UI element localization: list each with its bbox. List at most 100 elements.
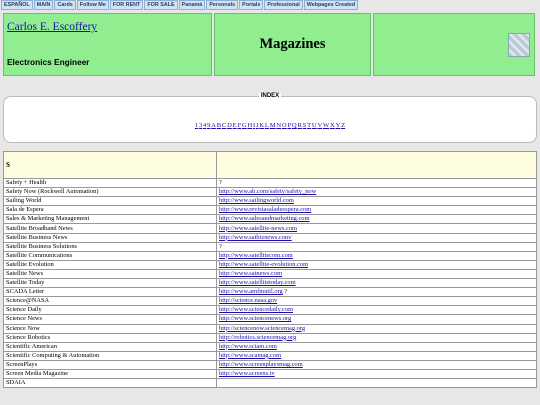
magazine-url-link[interactable]: http://www.satbiznews.com/ [219,234,292,241]
index-letter-link[interactable]: B [217,122,221,129]
index-letter-link[interactable]: N [276,122,281,129]
unknown-link-marker: ? [282,288,288,296]
magazine-url-link[interactable]: http://www.sciencenews.org [219,315,291,322]
nav-button-for-rent[interactable]: FOR RENT [109,0,144,10]
magazine-link-cell: http://www.satbiznews.com/ [216,232,537,243]
magazine-url-link[interactable]: http://www.satellite-news.com [219,225,297,232]
top-navigation-bar: ESPAÑOL MAIN Cards Follow Me FOR RENT FOR SAL… [0,0,540,11]
index-letter-link[interactable]: P [287,122,291,129]
index-letter-link[interactable]: M [270,122,276,129]
magazine-name: Science News [3,314,217,325]
magazine-url-link[interactable]: http://www.sciencedaily.com [219,306,293,313]
magazine-name: Sala de Espera [3,205,217,216]
index-letter-link[interactable]: S [303,122,307,129]
nav-button-cards[interactable]: Cards [54,0,76,10]
index-letter-link[interactable]: F [237,122,241,129]
magazine-url-link[interactable]: http://www.satellitecom.com [219,252,293,259]
table-row: Satellite Communications http://www.satel… [3,250,537,261]
table-row: SCADA Letter http://www.amfmutil.org ? [3,287,537,298]
magazine-name: Sailing World [3,196,217,207]
magazine-link-cell: http://science.nasa.gov [216,296,537,307]
magazine-name: Safety + Health [3,177,217,189]
nav-button-follow-me[interactable]: Follow Me [76,0,109,10]
table-row: Science@NASA http://science.nasa.gov [3,296,537,307]
table-row: Scientific Computing & Automation http://… [3,350,537,361]
nav-button-panam-[interactable]: Panamá [178,0,206,10]
author-name-link[interactable]: Carlos E. Escoffery [7,21,97,33]
index-letter-link[interactable]: 4 [203,122,206,129]
magazine-url-link[interactable]: http://www.satellite-evolution.com [219,261,308,268]
index-letter-link[interactable]: R [297,122,301,129]
magazine-url-link[interactable]: http://www.satnews.com [219,270,282,277]
magazine-name: Satellite Broadband News [3,223,217,234]
index-letter-link[interactable]: 9 [207,122,210,129]
index-letter-link[interactable]: T [307,122,311,129]
index-letter-link[interactable]: W [323,122,329,129]
nav-button-main[interactable]: MAIN [33,0,54,10]
photo-thumbnail-icon[interactable] [508,33,530,57]
table-row: Sala de Espera http://www.revistasaladees… [3,205,537,216]
table-row: Science Daily http://www.sciencedaily.com [3,305,537,316]
index-letter-link[interactable]: G [242,122,247,129]
table-row: Satellite Business News http://www.satbiz… [3,232,537,243]
index-letter-link[interactable]: A [211,122,216,129]
magazine-url-link[interactable]: http://www.screens.tv [219,370,275,377]
index-letter-link[interactable]: Z [341,122,345,129]
index-letter-link[interactable]: D [227,122,232,129]
nav-button-webpages-created[interactable]: Webpages Created [303,0,359,10]
magazines-table: S Safety + Health? Safety Now (Rockwell A… [3,151,537,389]
magazine-url-link[interactable]: http://www.screenplaysmag.com [219,361,303,368]
index-letter-link[interactable]: K [259,122,264,129]
index-letter-link[interactable]: H [247,122,252,129]
nav-button-for-sale[interactable]: FOR SALE [144,0,178,10]
magazine-name: SCADA Letter [3,287,217,298]
nav-button-portals[interactable]: Portals [239,0,264,10]
magazine-link-cell: ? [216,177,537,189]
magazine-url-link[interactable]: http://sciencenow.sciencemag.org [219,325,305,332]
magazine-link-cell: http://www.scamag.com [216,350,537,361]
magazine-link-cell: http://robotics.sciencemag.org [216,332,537,343]
index-letter-link[interactable]: L [265,122,269,129]
magazine-url-link[interactable]: http://www.satellitetoday.com [219,279,296,286]
magazine-link-cell: http://www.satellite-evolution.com [216,259,537,270]
magazine-link-cell: http://www.screens.tv [216,368,537,380]
magazine-url-link[interactable]: http://www.scamag.com [219,352,281,359]
title-cell: Magazines [214,13,371,76]
magazine-url-link[interactable]: http://www.sciam.com [219,343,277,350]
nav-button-espa-ol[interactable]: ESPAÑOL [1,0,33,10]
magazine-link-cell: http://sciencenow.sciencemag.org [216,323,537,334]
magazine-name: Screen Media Magazine [3,368,217,380]
index-letter-link[interactable]: I [253,122,255,129]
magazine-url-link[interactable]: http://www.revistasaladeespera.com [219,206,311,213]
magazine-url-link[interactable]: http://robotics.sciencemag.org [219,334,296,341]
nav-button-professional[interactable]: Professional [264,0,303,10]
nav-button-personals[interactable]: Personals [206,0,239,10]
unknown-link-marker: ? [219,179,222,187]
unknown-link-marker: ? [219,242,222,250]
index-letter-link[interactable]: O [282,122,287,129]
index-panel: INDEX 1349ABCDEFGHIJKLMNOPQRSTUVWXYZ [3,93,537,143]
index-letter-link[interactable]: Y [336,122,341,129]
index-letter-links: 1349ABCDEFGHIJKLMNOPQRSTUVWXYZ [4,122,536,129]
magazine-url-link[interactable]: http://www.salesandmarketing.com [219,215,309,222]
table-row: Safety + Health? [3,177,537,189]
table-row: Satellite Broadband News http://www.satel… [3,223,537,234]
magazine-name: Sales & Marketing Management [3,214,217,225]
index-letter-link[interactable]: 1 [195,122,198,129]
index-letter-link[interactable]: U [312,122,317,129]
index-letter-link[interactable]: C [222,122,226,129]
table-row: Satellite Today http://www.satellitetoday… [3,278,537,289]
index-letter-link[interactable]: 3 [199,122,202,129]
index-letter-link[interactable]: X [330,122,335,129]
magazine-link-cell: http://www.sciam.com [216,341,537,352]
magazine-url-link[interactable]: http://www.ab.com/safety/safety_now [219,188,316,195]
magazine-name: Satellite Business Solutions [3,241,217,252]
magazine-link-cell: http://www.satellitecom.com [216,250,537,261]
table-row: Science Now http://sciencenow.sciencemag.… [3,323,537,334]
index-letter-link[interactable]: V [317,122,322,129]
magazine-url-link[interactable]: http://www.sailingworld.com [219,197,294,204]
index-letter-link[interactable]: Q [292,122,297,129]
magazine-url-link[interactable]: http://science.nasa.gov [219,297,277,304]
magazine-name: Satellite Today [3,278,217,289]
magazine-url-link[interactable]: http://www.amfmutil.org [219,288,283,295]
